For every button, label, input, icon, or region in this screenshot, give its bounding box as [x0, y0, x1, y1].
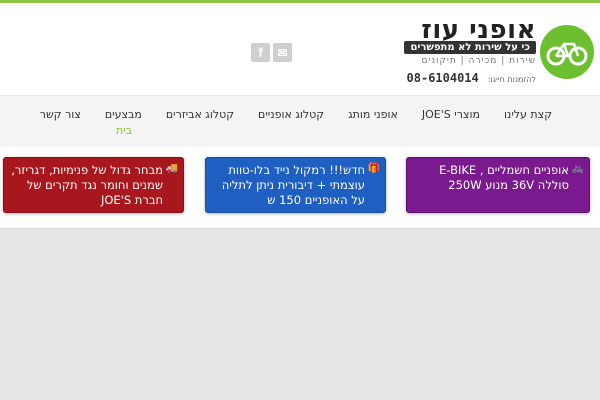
nav-item-joes-products[interactable]: מוצרי JOE'S: [410, 108, 492, 121]
promo-text: מבחר גדול של פנימיות, דגריזר, שמנים וחומ…: [11, 163, 163, 207]
main-navigation: קצת עלינו מוצרי JOE'S אופני מותג קטלוג א…: [0, 95, 600, 147]
nav-item-sales[interactable]: מבצעים: [93, 108, 154, 121]
nav-item-home[interactable]: בית: [116, 124, 132, 137]
facebook-icon[interactable]: f: [251, 43, 270, 62]
nav-item-contact[interactable]: צור קשר: [40, 108, 93, 121]
promo-boxes: 🚲 אופניים חשמליים , E-BIKE סוללה 36V מנו…: [0, 147, 600, 227]
logo-phone-row: להזמנות חייגו: 08-6104014: [407, 67, 536, 86]
email-icon[interactable]: ✉: [273, 43, 292, 62]
social-links: f ✉: [251, 43, 292, 62]
promo-joes[interactable]: 🚚 מבחר גדול של פנימיות, דגריזר, שמנים וח…: [3, 157, 184, 213]
nav-item-accessories-catalog[interactable]: קטלוג אביזרים: [154, 108, 246, 121]
promo-ebike[interactable]: 🚲 אופניים חשמליים , E-BIKE סוללה 36V מנו…: [406, 157, 590, 213]
promo-speaker[interactable]: 🎁 חדש!!! רמקול נייד בלו-טוות עוצמתי + די…: [205, 157, 386, 213]
bicycle-icon: [540, 25, 594, 79]
phone-label: להזמנות חייגו:: [487, 75, 536, 84]
site-logo[interactable]: אופני עוז כי על שירות לא מתפשרים שירות |…: [404, 15, 594, 86]
logo-services: שירות | מכירה | תיקונים: [421, 56, 536, 66]
gift-icon: 🎁: [367, 163, 380, 174]
nav-item-bike-catalog[interactable]: קטלוג אופניים: [246, 108, 336, 121]
site-header: אופני עוז כי על שירות לא מתפשרים שירות |…: [0, 3, 600, 95]
promo-text: חדש!!! רמקול נייד בלו-טוות עוצמתי + דיבו…: [221, 163, 365, 207]
phone-number: 08-6104014: [406, 71, 479, 85]
nav-item-brand-bikes[interactable]: אופני מותג: [336, 108, 410, 121]
nav-menu: קצת עלינו מוצרי JOE'S אופני מותג קטלוג א…: [40, 108, 564, 121]
truck-icon: 🚚: [165, 163, 178, 174]
content-area: [0, 228, 600, 400]
bicycle-icon: 🚲: [571, 163, 584, 174]
logo-tagline: כי על שירות לא מתפשרים: [404, 41, 536, 54]
nav-item-about[interactable]: קצת עלינו: [492, 108, 564, 121]
promo-text: אופניים חשמליים , E-BIKE סוללה 36V מנוע …: [439, 163, 569, 192]
